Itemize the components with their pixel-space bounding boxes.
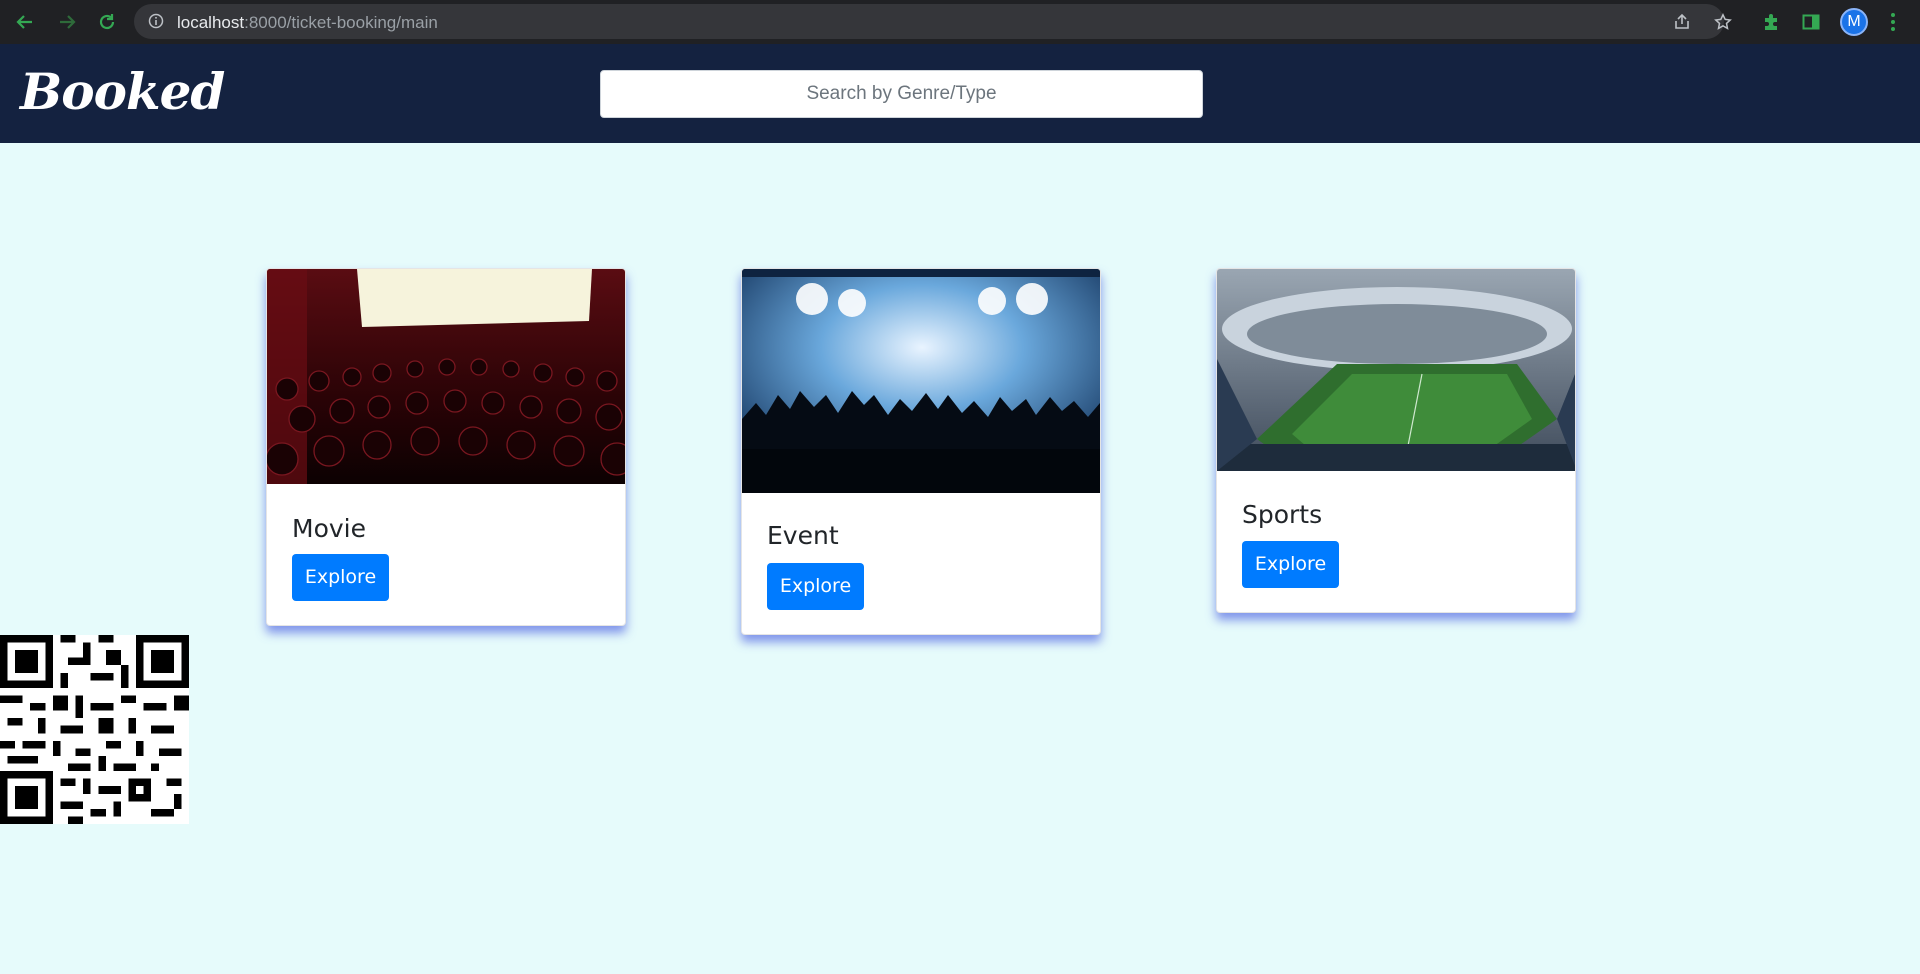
browser-toolbar: localhost:8000/ticket-booking/main M <box>0 0 1920 44</box>
card-event: Event Explore <box>741 268 1101 635</box>
bookmark-star-icon[interactable] <box>1712 11 1734 33</box>
forward-arrow-icon[interactable] <box>54 9 80 35</box>
site-info-icon[interactable] <box>148 13 164 34</box>
back-arrow-icon[interactable] <box>12 9 38 35</box>
url-text: localhost:8000/ticket-booking/main <box>177 13 438 32</box>
share-icon[interactable] <box>1671 11 1693 33</box>
explore-event-button[interactable]: Explore <box>767 563 864 610</box>
stadium-image <box>1217 269 1575 471</box>
address-bar[interactable]: localhost:8000/ticket-booking/main <box>134 4 1732 39</box>
brand-logo[interactable]: Booked <box>20 62 225 121</box>
extensions-puzzle-icon[interactable] <box>1758 9 1784 35</box>
reload-icon[interactable] <box>94 9 120 35</box>
profile-avatar[interactable]: M <box>1840 8 1868 36</box>
concert-crowd-image <box>742 269 1100 495</box>
explore-sports-button[interactable]: Explore <box>1242 541 1339 588</box>
card-sports: Sports Explore <box>1216 268 1576 613</box>
card-movie: Movie Explore <box>266 268 626 626</box>
menu-kebab-icon[interactable] <box>1880 9 1906 35</box>
card-title: Event <box>767 521 839 550</box>
app-navbar: Booked Search by Genre/Type <box>0 44 1920 143</box>
side-panel-icon[interactable] <box>1798 9 1824 35</box>
qr-code <box>0 635 189 824</box>
search-input[interactable]: Search by Genre/Type <box>600 70 1203 118</box>
explore-movie-button[interactable]: Explore <box>292 554 389 601</box>
card-title: Sports <box>1242 500 1323 529</box>
card-title: Movie <box>292 514 366 543</box>
movie-theater-image <box>267 269 625 484</box>
